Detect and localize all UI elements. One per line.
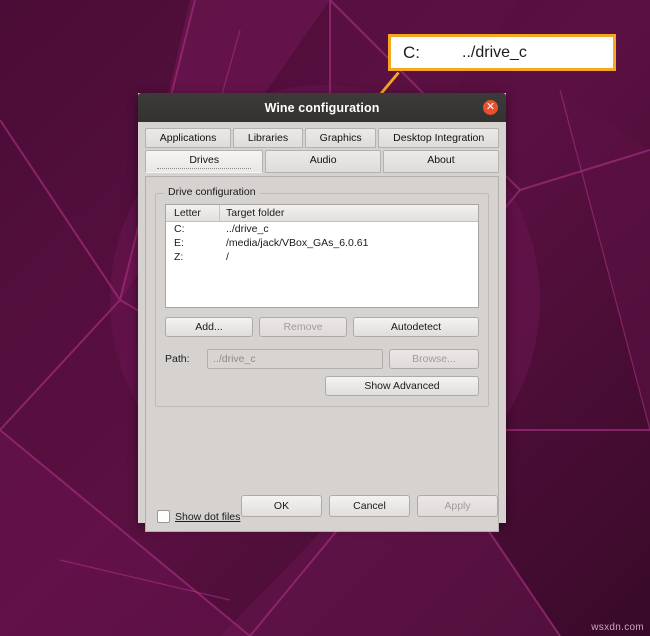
show-dot-files-checkbox[interactable]: Show dot files xyxy=(157,510,240,523)
window-body: Applications Libraries Graphics Desktop … xyxy=(138,122,506,532)
tab-bar-row-2: Drives Audio About xyxy=(145,150,499,173)
path-input[interactable]: ../drive_c xyxy=(207,349,383,369)
advanced-row: Show Advanced xyxy=(165,376,479,396)
tab-desktop-integration[interactable]: Desktop Integration xyxy=(378,128,499,148)
path-label: Path: xyxy=(165,353,190,365)
callout-drive-path: ../drive_c xyxy=(462,43,527,61)
tab-graphics[interactable]: Graphics xyxy=(304,128,377,148)
drive-target: /media/jack/VBox_GAs_6.0.61 xyxy=(226,237,369,249)
window-titlebar[interactable]: Wine configuration ✕ xyxy=(138,93,506,122)
close-icon[interactable]: ✕ xyxy=(483,100,498,115)
drive-list[interactable]: Letter Target folder C: ../drive_c E: /m… xyxy=(165,204,479,308)
drive-configuration-legend: Drive configuration xyxy=(164,186,260,198)
autodetect-button[interactable]: Autodetect xyxy=(353,317,479,337)
tab-about[interactable]: About xyxy=(382,150,499,173)
browse-button[interactable]: Browse... xyxy=(389,349,479,369)
wine-configuration-window: Wine configuration ✕ Applications Librar… xyxy=(138,93,506,532)
dialog-footer-buttons: OK Cancel Apply xyxy=(241,495,498,517)
watermark: wsxdn.com xyxy=(591,622,644,633)
drive-target: ../drive_c xyxy=(226,223,269,235)
table-row[interactable]: C: ../drive_c xyxy=(166,222,478,236)
drive-action-buttons: Add... Remove Autodetect xyxy=(165,317,479,337)
column-header-letter: Letter xyxy=(166,205,220,221)
window-title: Wine configuration xyxy=(264,100,380,115)
column-header-target-folder: Target folder xyxy=(226,207,285,219)
callout-box: C: ../drive_c xyxy=(388,34,616,71)
ok-button[interactable]: OK xyxy=(241,495,322,517)
tab-libraries[interactable]: Libraries xyxy=(233,128,303,148)
callout-drive-letter: C: xyxy=(403,42,420,62)
drive-letter: C: xyxy=(174,223,185,235)
show-dot-files-label: Show dot files xyxy=(175,510,241,523)
checkbox-box[interactable] xyxy=(157,510,170,523)
drive-target: / xyxy=(226,251,229,263)
apply-button[interactable]: Apply xyxy=(417,495,498,517)
tab-drives[interactable]: Drives xyxy=(145,150,264,173)
drives-panel: Drive configuration Letter Target folder… xyxy=(145,176,499,532)
table-row[interactable]: Z: / xyxy=(166,250,478,264)
tab-bar-row-1: Applications Libraries Graphics Desktop … xyxy=(145,128,499,148)
screen: wsxdn.com C: ../drive_c Wine configurati… xyxy=(0,0,650,636)
drive-letter: E: xyxy=(174,237,184,249)
tab-applications[interactable]: Applications xyxy=(145,128,232,148)
add-drive-button[interactable]: Add... xyxy=(165,317,253,337)
path-row: Path: ../drive_c Browse... xyxy=(165,349,479,369)
show-advanced-button[interactable]: Show Advanced xyxy=(325,376,479,396)
drive-configuration-group: Drive configuration Letter Target folder… xyxy=(155,186,489,407)
remove-drive-button[interactable]: Remove xyxy=(259,317,347,337)
cancel-button[interactable]: Cancel xyxy=(329,495,410,517)
drive-list-header: Letter Target folder xyxy=(166,205,478,222)
tab-audio[interactable]: Audio xyxy=(265,150,381,173)
table-row[interactable]: E: /media/jack/VBox_GAs_6.0.61 xyxy=(166,236,478,250)
drive-letter: Z: xyxy=(174,251,184,263)
